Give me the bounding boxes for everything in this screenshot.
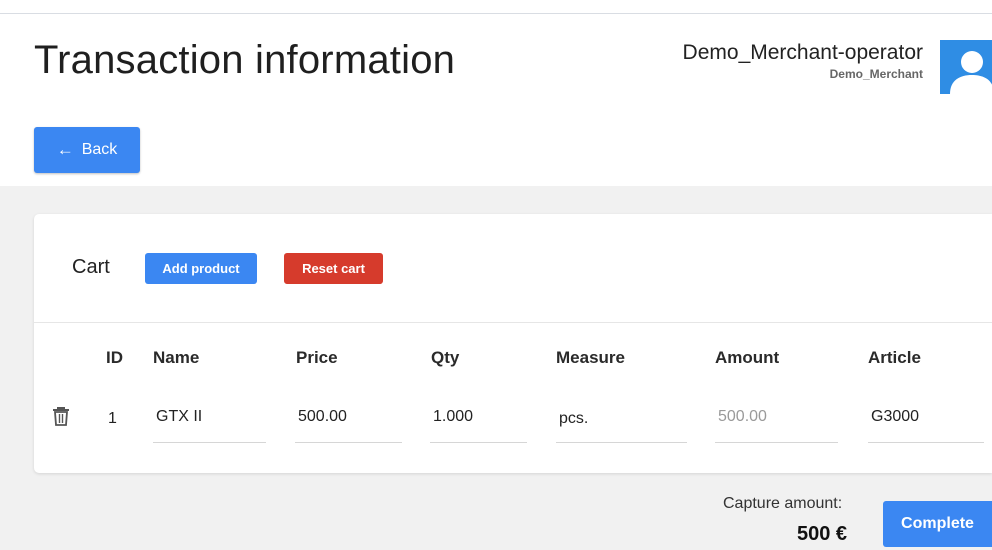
amount-field: 500.00 <box>715 395 838 443</box>
measure-field[interactable]: pcs. <box>556 395 687 443</box>
column-header-name: Name <box>153 348 200 367</box>
column-header-qty: Qty <box>431 348 460 367</box>
cart-card: Cart Add product Reset cart ID Name Pric… <box>34 214 992 473</box>
capture-amount-label: Capture amount: <box>723 495 843 512</box>
qty-field[interactable]: 1.000 <box>430 395 527 443</box>
article-field[interactable]: G3000 <box>868 395 984 443</box>
merchant-name: Demo_Merchant <box>829 67 923 81</box>
column-header-id: ID <box>106 348 123 367</box>
user-avatar-icon[interactable] <box>940 40 992 94</box>
trash-icon[interactable] <box>52 406 70 426</box>
back-button-label: Back <box>81 141 118 158</box>
reset-cart-button[interactable]: Reset cart <box>284 253 383 284</box>
user-name: Demo_Merchant-operator <box>682 41 923 64</box>
back-button[interactable]: ← Back <box>34 127 140 173</box>
complete-button[interactable]: Complete <box>883 501 992 547</box>
row-id: 1 <box>108 410 117 427</box>
name-field[interactable]: GTX II <box>153 395 266 443</box>
cart-title: Cart <box>72 256 110 278</box>
column-header-amount: Amount <box>715 348 780 367</box>
capture-amount-value: 500 € <box>797 523 848 545</box>
add-product-button[interactable]: Add product <box>145 253 257 284</box>
price-field[interactable]: 500.00 <box>295 395 402 443</box>
column-header-article: Article <box>868 348 921 367</box>
top-divider <box>0 13 992 14</box>
arrow-left-icon: ← <box>56 140 74 159</box>
card-divider <box>34 322 992 323</box>
column-header-price: Price <box>296 348 338 367</box>
page-title: Transaction information <box>34 38 456 82</box>
column-header-measure: Measure <box>556 348 625 367</box>
user-info: Demo_Merchant-operator Demo_Merchant <box>683 40 923 81</box>
